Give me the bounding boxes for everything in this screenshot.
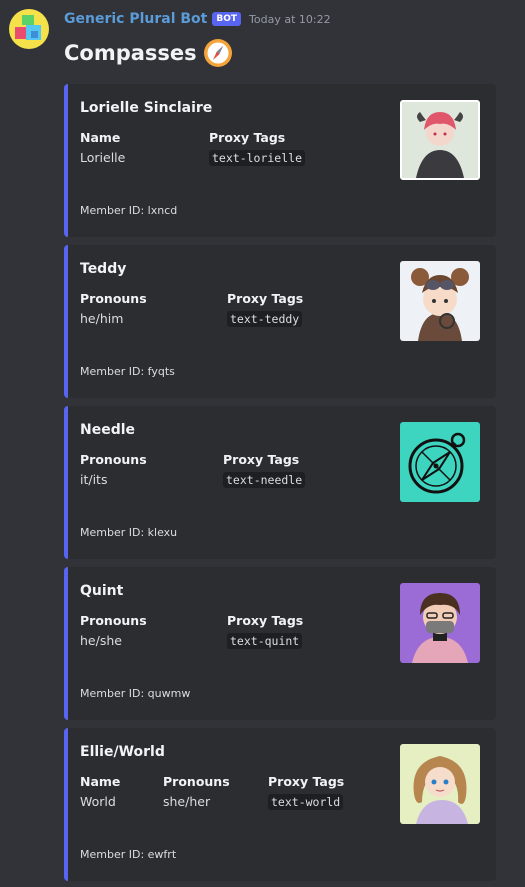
field-label: Pronouns [80, 613, 147, 628]
field-value: World [80, 794, 116, 809]
member-card: Quint Pronouns he/she Proxy Tags text-qu… [64, 567, 496, 720]
member-name: Needle [80, 422, 136, 438]
field-label: Proxy Tags [227, 613, 304, 628]
cube-stack-icon [15, 15, 41, 40]
field-proxy-tags: Proxy Tags text-needle [223, 452, 306, 488]
field-value: he/she [80, 633, 122, 648]
avatar-image [400, 583, 480, 663]
field-proxy-tags: Proxy Tags text-quint [227, 613, 304, 649]
field-name: Name Lorielle [80, 130, 125, 165]
member-id: Member ID: klexu [80, 526, 178, 539]
field-label: Proxy Tags [227, 291, 304, 306]
field-label: Name [80, 130, 121, 145]
message-timestamp: Today at 10:22 [249, 12, 331, 26]
member-id: Member ID: fyqts [80, 365, 175, 378]
member-card: Lorielle Sinclaire Name Lorielle Proxy T… [64, 84, 496, 237]
field-value: Lorielle [80, 150, 126, 165]
member-name: Teddy [80, 261, 127, 277]
member-avatar-thumbnail[interactable] [400, 100, 480, 180]
bot-avatar[interactable] [9, 9, 49, 49]
field-pronouns: Pronouns it/its [80, 452, 147, 487]
member-name: Ellie/World [80, 744, 165, 760]
title-text: Compasses [64, 41, 197, 65]
compass-drawing-icon [400, 422, 480, 502]
message-title: Compasses [64, 38, 233, 68]
member-card: Needle Pronouns it/its Proxy Tags text-n… [64, 406, 496, 559]
member-avatar-thumbnail[interactable] [400, 744, 480, 824]
avatar-image [400, 744, 480, 824]
field-label: Pronouns [80, 452, 147, 467]
compass-icon [203, 39, 232, 67]
proxy-tag-code: text-teddy [227, 311, 303, 327]
field-proxy-tags: Proxy Tags text-teddy [227, 291, 304, 327]
avatar-image [402, 102, 478, 178]
field-proxy-tags: Proxy Tags text-lorielle [209, 130, 306, 166]
proxy-tag-code: text-lorielle [209, 150, 306, 166]
field-pronouns: Pronouns he/she [80, 613, 147, 648]
field-pronouns: Pronouns he/him [80, 291, 147, 326]
member-name: Quint [80, 583, 124, 599]
field-value: he/him [80, 311, 124, 326]
field-name: Name World [80, 774, 120, 809]
member-id: Member ID: quwmw [80, 687, 191, 700]
field-value: she/her [163, 794, 211, 809]
bot-badge: BOT [212, 12, 242, 26]
proxy-tag-code: text-needle [223, 472, 306, 488]
field-value: it/its [80, 472, 108, 487]
field-label: Pronouns [80, 291, 147, 306]
field-label: Proxy Tags [268, 774, 345, 789]
avatar-image [400, 261, 480, 341]
bot-username[interactable]: Generic Plural Bot [64, 11, 207, 27]
field-label: Proxy Tags [209, 130, 286, 145]
field-label: Pronouns [163, 774, 230, 789]
proxy-tag-code: text-quint [227, 633, 303, 649]
field-label: Name [80, 774, 121, 789]
message-header: Generic Plural Bot BOT Today at 10:22 [64, 9, 331, 29]
field-proxy-tags: Proxy Tags text-world [268, 774, 345, 810]
member-avatar-thumbnail[interactable] [400, 261, 480, 341]
field-pronouns: Pronouns she/her [163, 774, 230, 809]
member-id: Member ID: ewfrt [80, 848, 177, 861]
field-label: Proxy Tags [223, 452, 300, 467]
member-card: Teddy Pronouns he/him Proxy Tags text-te… [64, 245, 496, 398]
member-avatar-thumbnail[interactable] [400, 583, 480, 663]
member-name: Lorielle Sinclaire [80, 100, 213, 116]
member-card: Ellie/World Name World Pronouns she/her … [64, 728, 496, 881]
member-id: Member ID: lxncd [80, 204, 178, 217]
proxy-tag-code: text-world [268, 794, 344, 810]
member-avatar-thumbnail[interactable] [400, 422, 480, 502]
